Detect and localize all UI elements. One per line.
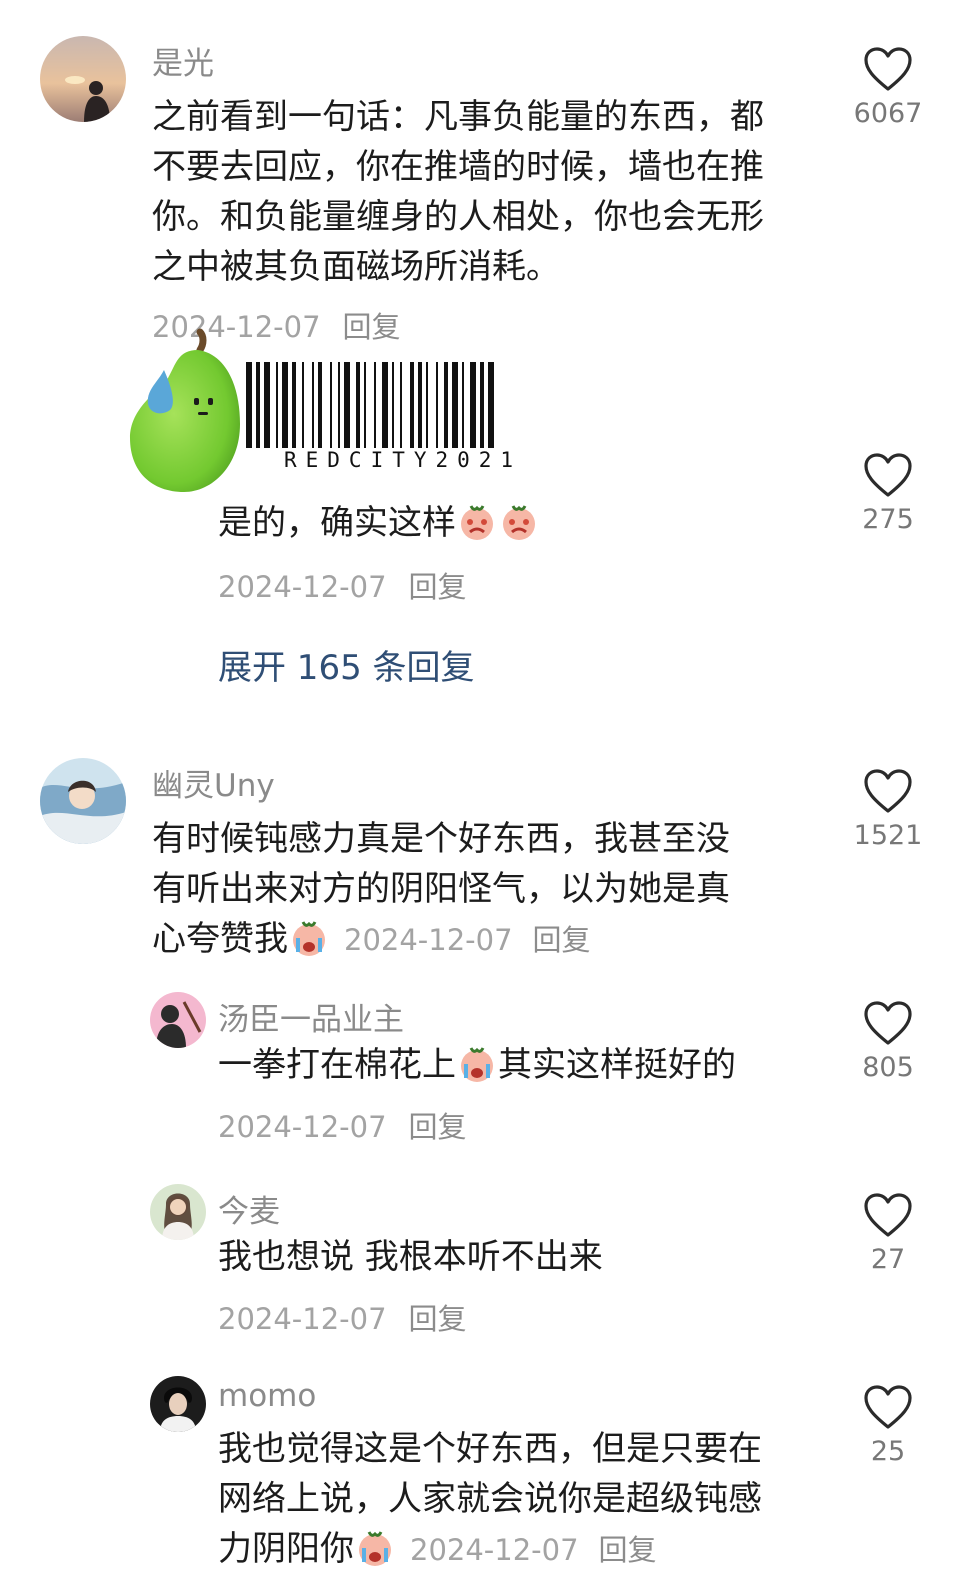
like-button[interactable]: 275 [843, 452, 933, 535]
reply-button[interactable]: 回复 [409, 1302, 467, 1336]
reply-date: 2024-12-07 [218, 1302, 387, 1336]
reply-button[interactable]: 回复 [533, 923, 591, 957]
reply-meta: 2024-12-07 回复 [218, 1104, 467, 1146]
like-button[interactable]: 27 [843, 1192, 933, 1275]
reply-date: 2024-12-07 [218, 570, 387, 604]
reply-text-line: 力阴阳你 2024-12-07 回复 [218, 1524, 657, 1575]
heart-icon [864, 769, 912, 813]
reply-text-line: 我也觉得这是个好东西，但是只要在 [218, 1429, 762, 1469]
like-count: 805 [862, 1052, 914, 1083]
reply-text: 是的，确实这样 [218, 498, 540, 548]
heart-icon [864, 1001, 912, 1045]
crying-face-emoji [355, 1528, 395, 1568]
heart-icon [864, 1193, 912, 1237]
avatar[interactable] [40, 36, 126, 122]
comment-username[interactable]: 是光 [152, 38, 214, 83]
reply-text-before: 一拳打在棉花上 [218, 1045, 456, 1085]
reply-date: 2024-12-07 [410, 1533, 579, 1567]
like-count: 27 [870, 1244, 906, 1275]
like-button[interactable]: 25 [843, 1384, 933, 1467]
reply-meta: 2024-12-07 回复 [410, 1533, 657, 1567]
reply-text: 我也想说 我根本听不出来 [218, 1237, 603, 1277]
like-button[interactable]: 805 [843, 1000, 933, 1083]
barcode-caption: REDCITY2021 [284, 448, 523, 472]
reply-button[interactable]: 回复 [409, 570, 467, 604]
reply-meta: 2024-12-07 回复 [218, 564, 467, 606]
heart-icon [864, 1385, 912, 1429]
like-count: 6067 [853, 98, 923, 129]
comment-text-line: 心夸赞我 2024-12-07 回复 [152, 914, 591, 965]
avatar[interactable] [150, 1184, 206, 1240]
reply-date: 2024-12-07 [218, 1110, 387, 1144]
comment-text-tail: 心夸赞我 [152, 919, 288, 959]
crying-face-emoji [457, 1044, 497, 1084]
reply-button[interactable]: 回复 [409, 1110, 467, 1144]
avatar[interactable] [150, 992, 206, 1048]
comment-text-line: 有时候钝感力真是个好东西，我甚至没 [152, 819, 730, 859]
pear-sticker [128, 326, 244, 496]
reply-username[interactable]: momo [218, 1378, 316, 1414]
avatar[interactable] [150, 1376, 206, 1432]
crying-face-emoji [499, 502, 539, 542]
comment-text-line: 有听出来对方的阴阳怪气，以为她是真 [152, 869, 730, 909]
heart-icon [864, 47, 912, 91]
reply-text-tail: 力阴阳你 [218, 1529, 354, 1569]
reply-button[interactable]: 回复 [599, 1533, 657, 1567]
reply-button[interactable]: 回复 [343, 310, 401, 344]
comment-text: 之前看到一句话：凡事负能量的东西，都不要去回应，你在推墙的时候，墙也在推你。和负… [152, 97, 764, 287]
like-button[interactable]: 1521 [843, 768, 933, 851]
like-count: 275 [862, 504, 914, 535]
reply-meta: 2024-12-07 回复 [218, 1296, 467, 1338]
reply-text-body: 是的，确实这样 [218, 503, 456, 543]
comment-date: 2024-12-07 [344, 923, 513, 957]
barcode-image [244, 362, 568, 448]
avatar[interactable] [40, 758, 126, 844]
like-count: 1521 [853, 820, 923, 851]
crying-face-emoji [457, 502, 497, 542]
comment-meta: 2024-12-07 回复 [344, 923, 591, 957]
reply-text-line: 网络上说，人家就会说你是超级钝感 [218, 1479, 762, 1519]
reply-username[interactable]: 今麦 [218, 1186, 280, 1231]
comment-username[interactable]: 幽灵Uny [152, 760, 275, 805]
heart-icon [864, 453, 912, 497]
reply-username[interactable]: 汤臣一品业主 [218, 994, 404, 1039]
like-count: 25 [870, 1436, 906, 1467]
reply-text: 一拳打在棉花上 其实这样挺好的 [218, 1040, 736, 1090]
reply-text-after: 其实这样挺好的 [498, 1045, 736, 1085]
like-button[interactable]: 6067 [843, 46, 933, 129]
crying-face-emoji [289, 918, 329, 958]
expand-replies-link[interactable]: 展开 165 条回复 [218, 640, 475, 689]
